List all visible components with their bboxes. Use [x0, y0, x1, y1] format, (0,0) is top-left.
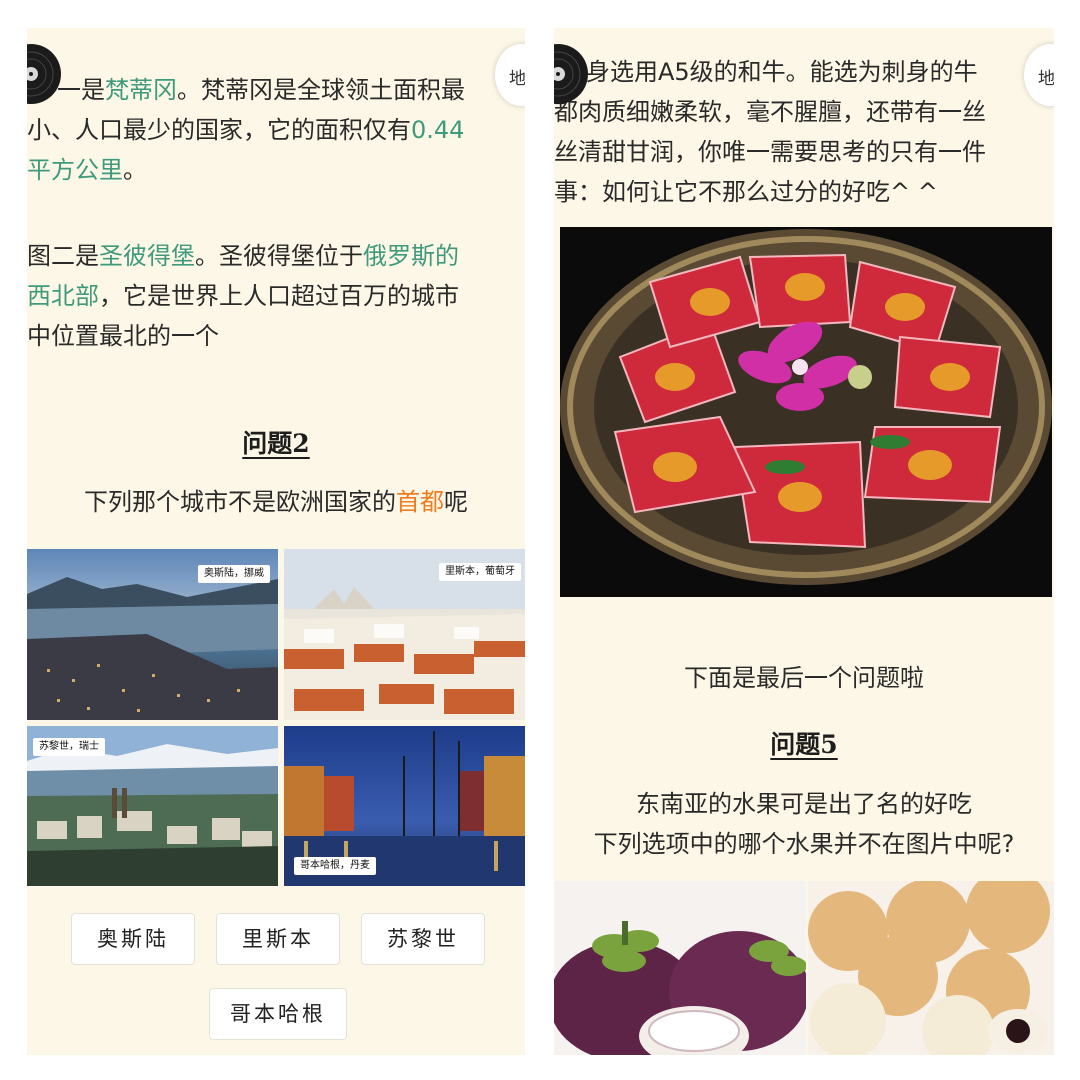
lisbon-caption: 里斯本，葡萄牙: [439, 563, 521, 581]
p2-line2: ，它是世界上人口超过百万的城市: [99, 282, 459, 310]
intro-area-unit: 平方公里: [27, 156, 123, 184]
wagyu-platter-photo: [560, 227, 1052, 597]
floating-map-label: 地: [509, 69, 525, 89]
intro-paragraph: 一是梵蒂冈。梵蒂冈是全球领土面积最 小、人口最少的国家，它的面积仅有0.44 平…: [27, 70, 525, 190]
petersburg-paragraph: 图二是圣彼得堡。圣彼得堡位于俄罗斯的 西北部，它是世界上人口超过百万的城市 中位…: [27, 236, 525, 356]
p2-location-2: 西北部: [27, 282, 99, 310]
question-5-line2: 下列选项中的哪个水果并不在图片中呢?: [593, 830, 1015, 858]
option-zurich-button[interactable]: 苏黎世: [361, 913, 485, 965]
p2-line3: 中位置最北的一个: [27, 322, 219, 350]
mangosteen-photo: [554, 881, 806, 1055]
lisbon-photo: 里斯本，葡萄牙: [284, 549, 525, 720]
question-2-prefix: 下列那个城市不是欧洲国家的: [84, 488, 396, 516]
question-2-suffix: 呢: [444, 488, 468, 516]
last-question-intro: 下面是最后一个问题啦: [684, 664, 924, 692]
p2-location: 俄罗斯的: [363, 242, 459, 270]
wagyu-line1: 身选用A5级的和牛。能选为刺身的牛: [586, 58, 978, 86]
floating-map-label-right: 地: [1038, 69, 1054, 89]
intro-line2: 小、人口最少的国家，它的面积仅有: [27, 116, 411, 144]
oslo-photo: 奥斯陆，挪威: [27, 549, 278, 720]
question-2-keyword: 首都: [396, 488, 444, 516]
question-5-line1: 东南亚的水果可是出了名的好吃: [636, 790, 972, 818]
question-2-text: 下列那个城市不是欧洲国家的首都呢: [27, 482, 525, 522]
left-article-panel[interactable]: 一是梵蒂冈。梵蒂冈是全球领土面积最 小、人口最少的国家，它的面积仅有0.44 平…: [27, 28, 525, 1055]
wagyu-line3: 丝清甜甘润，你唯一需要思考的只有一件: [554, 138, 986, 166]
intro-text: 。梵蒂冈是全球领土面积最: [177, 76, 465, 104]
longan-photo: [808, 881, 1054, 1055]
option-copenhagen-button[interactable]: 哥本哈根: [209, 988, 347, 1040]
intro-place-link: 梵蒂冈: [105, 76, 177, 104]
option-lisbon-button[interactable]: 里斯本: [216, 913, 340, 965]
wagyu-paragraph: 身选用A5级的和牛。能选为刺身的牛 都肉质细嫩柔软，毫不腥膻，还带有一丝 丝清甜…: [554, 52, 1054, 212]
zurich-caption: 苏黎世，瑞士: [33, 738, 105, 756]
copenhagen-caption: 哥本哈根，丹麦: [294, 857, 376, 875]
intro-prefix: 一是: [57, 76, 105, 104]
p2-mid: 。圣彼得堡位于: [195, 242, 363, 270]
intro-area-value: 0.44: [411, 116, 465, 144]
wagyu-line4: 事：如何让它不那么过分的好吃^ ^: [554, 178, 938, 206]
music-disc-icon-right[interactable]: [554, 42, 590, 106]
question-2-title: 问题2: [242, 429, 310, 458]
zurich-photo: 苏黎世，瑞士: [27, 726, 278, 886]
intro-end: 。: [123, 156, 147, 184]
right-article-panel[interactable]: 身选用A5级的和牛。能选为刺身的牛 都肉质细嫩柔软，毫不腥膻，还带有一丝 丝清甜…: [554, 28, 1054, 1055]
copenhagen-photo: 哥本哈根，丹麦: [284, 726, 525, 886]
music-disc-icon[interactable]: [27, 42, 63, 106]
question-5-text: 东南亚的水果可是出了名的好吃 下列选项中的哪个水果并不在图片中呢?: [554, 784, 1054, 864]
question-5-title: 问题5: [770, 730, 838, 759]
oslo-caption: 奥斯陆，挪威: [198, 565, 270, 583]
p2-prefix: 图二是: [27, 242, 99, 270]
wagyu-line2: 都肉质细嫩柔软，毫不腥膻，还带有一丝: [554, 98, 986, 126]
p2-place: 圣彼得堡: [99, 242, 195, 270]
option-oslo-button[interactable]: 奥斯陆: [71, 913, 195, 965]
